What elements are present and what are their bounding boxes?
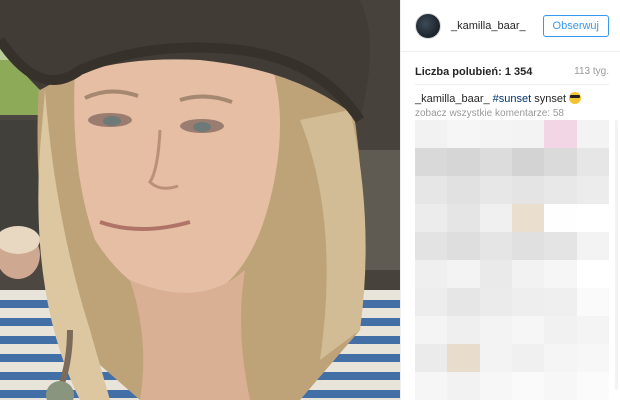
blurred-comment-cell	[544, 372, 577, 400]
blurred-comment-cell	[544, 344, 577, 372]
blurred-comment-cell	[447, 176, 480, 204]
blurred-comment-cell	[511, 372, 545, 400]
blurred-comment-cell	[447, 260, 480, 288]
follow-button[interactable]: Obserwuj	[542, 14, 609, 37]
post-header: _kamilla_baar_ Obserwuj	[401, 0, 620, 52]
blurred-comment-cell	[447, 148, 480, 176]
caption-text: synset	[534, 93, 567, 105]
blurred-comments	[415, 120, 609, 400]
comments-scrollbar[interactable]	[615, 120, 618, 390]
blurred-comment-cell	[479, 232, 512, 260]
selfie-image	[0, 0, 400, 400]
blurred-comment-cell	[511, 288, 545, 316]
blurred-comment-cell	[479, 316, 512, 344]
blurred-comment-cell	[511, 120, 545, 148]
blurred-comment-cell	[576, 204, 609, 232]
blurred-comment-cell	[415, 260, 448, 288]
caption-username-link[interactable]: _kamilla_baar_	[415, 93, 490, 105]
hashtag-link[interactable]: #sunset	[493, 93, 532, 105]
blurred-comment-cell	[576, 176, 609, 204]
sunglasses-emoji-icon	[569, 92, 582, 104]
blurred-comment-cell	[511, 316, 545, 344]
post-caption: _kamilla_baar_ #sunset synset	[415, 92, 611, 106]
likes-count: 1 354	[504, 66, 533, 78]
blurred-comment-cell	[447, 232, 480, 260]
blurred-comment-cell	[479, 176, 512, 204]
blurred-comment-cell	[415, 232, 448, 260]
blurred-comment-cell	[415, 288, 448, 316]
blurred-comment-cell	[576, 260, 609, 288]
blurred-comment-cell	[544, 120, 577, 148]
avatar[interactable]	[415, 12, 441, 39]
blurred-comment-cell	[511, 204, 545, 232]
blurred-comment-cell	[415, 176, 448, 204]
blurred-comment-cell	[447, 288, 480, 316]
blurred-comment-cell	[544, 204, 577, 232]
blurred-comment-cell	[576, 344, 609, 372]
blurred-comment-cell	[415, 204, 448, 232]
likes[interactable]: Liczba polubień: 1 354	[415, 66, 532, 78]
blurred-comment-cell	[544, 288, 577, 316]
blurred-comment-cell	[544, 176, 577, 204]
blurred-comment-cell	[479, 372, 512, 400]
likes-label: Liczba polubień:	[415, 66, 502, 78]
blurred-comment-cell	[511, 176, 545, 204]
blurred-comment-cell	[479, 288, 512, 316]
blurred-comment-cell	[511, 148, 545, 176]
username-link[interactable]: _kamilla_baar_	[451, 20, 543, 32]
divider	[415, 84, 609, 85]
blurred-comment-cell	[415, 344, 448, 372]
blurred-comment-cell	[576, 148, 609, 176]
blurred-comment-cell	[415, 372, 448, 400]
blurred-comment-cell	[479, 260, 512, 288]
blurred-comment-cell	[511, 232, 545, 260]
blurred-comment-cell	[479, 148, 512, 176]
post-age[interactable]: 113 tyg.	[574, 66, 609, 78]
blurred-comment-cell	[415, 316, 448, 344]
blurred-comment-cell	[576, 288, 609, 316]
blurred-comment-cell	[511, 344, 545, 372]
view-all-comments-link[interactable]: zobacz wszystkie komentarze: 58	[415, 108, 564, 119]
blurred-comment-cell	[544, 232, 577, 260]
blurred-comment-cell	[576, 120, 609, 148]
blurred-comment-cell	[447, 344, 480, 372]
post-photo[interactable]	[0, 0, 400, 400]
blurred-comment-cell	[576, 232, 609, 260]
blurred-comment-cell	[447, 204, 480, 232]
blurred-comment-cell	[447, 372, 480, 400]
blurred-comment-cell	[544, 260, 577, 288]
blurred-comment-cell	[415, 120, 448, 148]
blurred-comment-cell	[576, 372, 609, 400]
post-details-panel: _kamilla_baar_ Obserwuj Liczba polubień:…	[400, 0, 620, 400]
blurred-comment-cell	[447, 316, 480, 344]
blurred-comment-cell	[544, 316, 577, 344]
blurred-comment-cell	[415, 148, 448, 176]
blurred-comment-cell	[479, 344, 512, 372]
blurred-comment-cell	[576, 316, 609, 344]
likes-row: Liczba polubień: 1 354 113 tyg.	[415, 66, 609, 78]
blurred-comment-cell	[479, 120, 512, 148]
blurred-comment-cell	[479, 204, 512, 232]
blurred-comment-cell	[511, 260, 545, 288]
blurred-comment-cell	[447, 120, 480, 148]
blurred-comment-cell	[544, 148, 577, 176]
